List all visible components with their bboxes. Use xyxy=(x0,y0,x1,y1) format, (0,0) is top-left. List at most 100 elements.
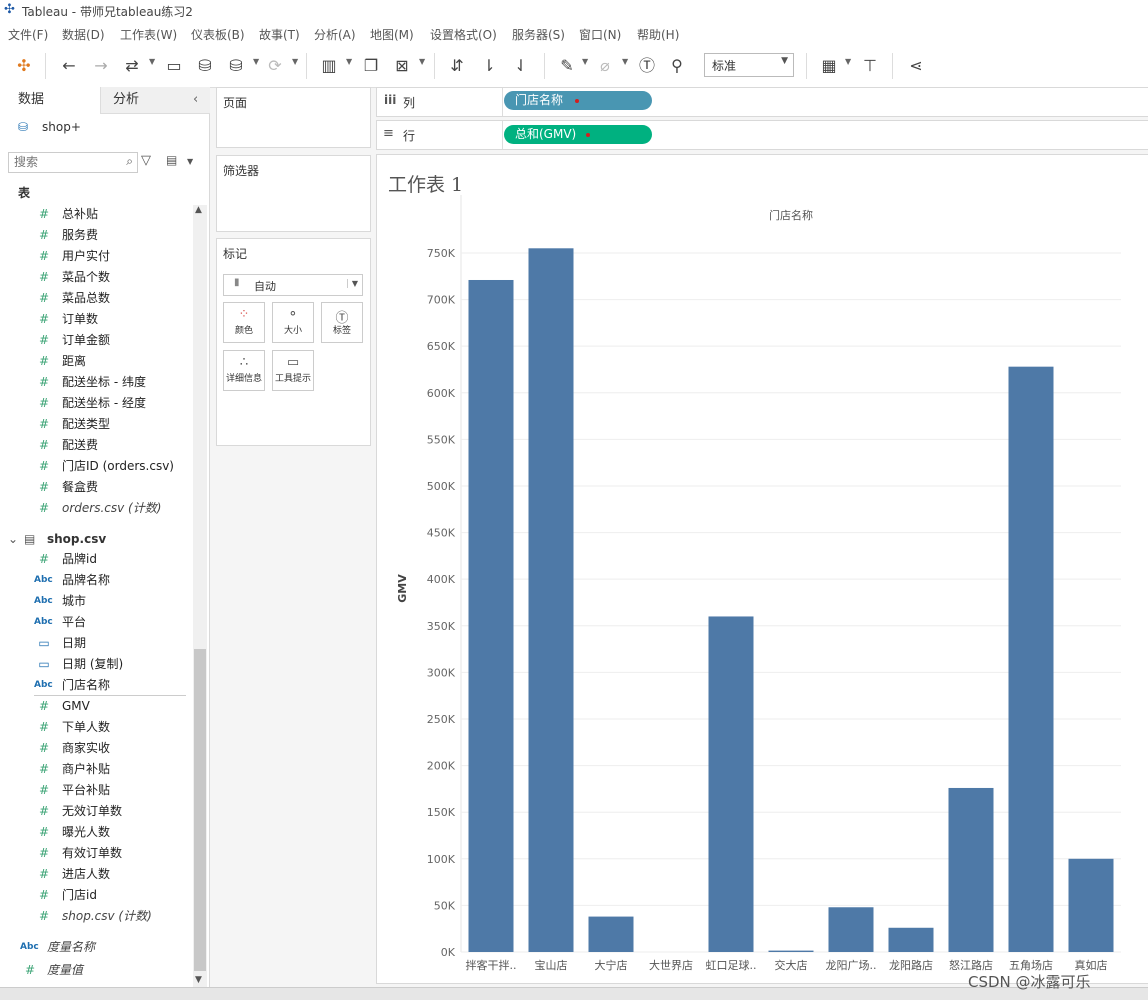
field-item[interactable]: # 度量值 xyxy=(0,960,192,981)
menu-format[interactable]: 设置格式(O) xyxy=(430,26,497,43)
columns-shelf[interactable]: iii 列 门店名称 xyxy=(376,87,1148,117)
menu-file[interactable]: 文件(F) xyxy=(8,26,48,43)
save-icon[interactable]: ▭ xyxy=(163,55,185,77)
field-item[interactable]: # 门店id xyxy=(0,885,192,906)
field-item[interactable]: ▭ 日期 xyxy=(0,633,192,654)
view-list-icon[interactable]: ▤ xyxy=(166,153,177,167)
field-item[interactable]: Abc 门店名称 xyxy=(0,675,192,696)
field-item[interactable]: # 菜品总数 xyxy=(0,288,192,309)
chevron-down-icon[interactable]: ▼ xyxy=(253,57,259,66)
chevron-down-icon[interactable]: ▼ xyxy=(346,57,352,66)
field-item[interactable]: # 有效订单数 xyxy=(0,843,192,864)
collapse-chevron-icon[interactable]: ‹ xyxy=(193,87,198,113)
sort-descending-icon[interactable]: ⇃ xyxy=(510,55,532,77)
field-item[interactable]: # 品牌id xyxy=(0,549,192,570)
sort-ascending-icon[interactable]: ⇂ xyxy=(478,55,500,77)
refresh-icon[interactable]: ⟳ xyxy=(264,55,286,77)
detail-button[interactable]: ∴ 详细信息 xyxy=(223,350,265,391)
field-item[interactable]: # 曝光人数 xyxy=(0,822,192,843)
color-button[interactable]: ⁘ 颜色 xyxy=(223,302,265,343)
menu-help[interactable]: 帮助(H) xyxy=(637,26,679,43)
label-button[interactable]: Ⓣ 标签 xyxy=(321,302,363,343)
clear-sheet-icon[interactable]: ⊠ xyxy=(391,55,413,77)
field-item[interactable]: Abc 品牌名称 xyxy=(0,570,192,591)
duplicate-icon[interactable]: ❐ xyxy=(360,55,382,77)
menu-analysis[interactable]: 分析(A) xyxy=(314,26,356,43)
tooltip-button[interactable]: ▭ 工具提示 xyxy=(272,350,314,391)
share-icon[interactable]: ⋖ xyxy=(905,55,927,77)
tab-data[interactable]: 数据 xyxy=(0,87,100,115)
field-item[interactable]: ▭ 日期 (复制) xyxy=(0,654,192,675)
tableau-start-icon[interactable]: ✣ xyxy=(13,55,35,77)
shop-table-header[interactable]: ⌄ ▤ shop.csv xyxy=(0,529,192,549)
scroll-up-icon[interactable]: ▲ xyxy=(195,205,202,215)
field-item[interactable]: # 服务费 xyxy=(0,225,192,246)
filter-icon[interactable]: ▽ xyxy=(141,153,151,168)
field-item[interactable]: # 下单人数 xyxy=(0,717,192,738)
scroll-down-icon[interactable]: ▼ xyxy=(195,975,202,985)
menu-dashboard[interactable]: 仪表板(B) xyxy=(191,26,245,43)
pause-updates-icon[interactable]: ⛁ xyxy=(225,55,247,77)
field-item[interactable]: # 餐盒费 xyxy=(0,477,192,498)
new-worksheet-icon[interactable]: ▥ xyxy=(318,55,340,77)
field-item[interactable]: Abc 度量名称 xyxy=(0,937,192,958)
filters-card[interactable]: 筛选器 xyxy=(216,155,371,232)
show-labels-icon[interactable]: Ⓣ xyxy=(636,55,658,77)
field-item[interactable]: # 平台补贴 xyxy=(0,780,192,801)
presentation-icon[interactable]: ⊤ xyxy=(859,55,881,77)
chevron-down-icon[interactable]: ▼ xyxy=(419,57,425,66)
pin-icon[interactable]: ⚲ xyxy=(666,55,688,77)
field-item[interactable]: # 订单数 xyxy=(0,309,192,330)
field-item[interactable]: # 进店人数 xyxy=(0,864,192,885)
chevron-down-icon[interactable]: ▼ xyxy=(622,57,628,66)
columns-pill-store-name[interactable]: 门店名称 xyxy=(504,91,652,110)
fit-dropdown[interactable]: 标准 ▼ xyxy=(704,53,794,77)
field-item[interactable]: # 距离 xyxy=(0,351,192,372)
highlight-icon[interactable]: ✎ xyxy=(556,55,578,77)
chevron-down-icon[interactable]: ▼ xyxy=(149,57,155,66)
menu-window[interactable]: 窗口(N) xyxy=(579,26,621,43)
size-button[interactable]: ⚬ 大小 xyxy=(272,302,314,343)
field-item[interactable]: # 用户实付 xyxy=(0,246,192,267)
field-item[interactable]: # 配送坐标 - 纬度 xyxy=(0,372,192,393)
field-item[interactable]: Abc 平台 xyxy=(0,612,192,633)
rows-pill-sum-gmv[interactable]: 总和(GMV) xyxy=(504,125,652,144)
field-item[interactable]: # 商户补贴 xyxy=(0,759,192,780)
datasource-item[interactable]: ⛁ shop+ xyxy=(18,120,198,138)
field-item[interactable]: # 菜品个数 xyxy=(0,267,192,288)
field-item[interactable]: # 配送类型 xyxy=(0,414,192,435)
swap-icon[interactable]: ⇵ xyxy=(446,55,468,77)
field-item[interactable]: # 总补贴 xyxy=(0,204,192,225)
field-item[interactable]: # 配送坐标 - 经度 xyxy=(0,393,192,414)
field-item[interactable]: # 配送费 xyxy=(0,435,192,456)
undo-icon[interactable]: ← xyxy=(58,55,80,77)
pages-card[interactable]: 页面 xyxy=(216,87,371,148)
field-item[interactable]: # 订单金额 xyxy=(0,330,192,351)
redo-icon[interactable]: → xyxy=(90,55,112,77)
field-item[interactable]: # 无效订单数 xyxy=(0,801,192,822)
field-item[interactable]: # orders.csv (计数) xyxy=(0,498,192,519)
chevron-down-icon[interactable]: ▼ xyxy=(582,57,588,66)
menu-story[interactable]: 故事(T) xyxy=(259,26,300,43)
menu-data[interactable]: 数据(D) xyxy=(62,26,105,43)
group-icon[interactable]: ⌀ xyxy=(594,55,616,77)
chevron-down-icon[interactable]: ▼ xyxy=(187,157,193,166)
chevron-down-icon[interactable]: ▼ xyxy=(845,57,851,66)
replay-icon[interactable]: ⇄ xyxy=(121,55,143,77)
field-item[interactable]: # GMV xyxy=(0,696,192,717)
search-input[interactable] xyxy=(9,153,118,170)
chevron-down-icon[interactable]: ▼ xyxy=(292,57,298,66)
field-item[interactable]: Abc 城市 xyxy=(0,591,192,612)
menu-server[interactable]: 服务器(S) xyxy=(512,26,565,43)
new-datasource-icon[interactable]: ⛁ xyxy=(194,55,216,77)
field-item[interactable]: # 商家实收 xyxy=(0,738,192,759)
tab-analysis[interactable]: 分析 ‹ xyxy=(100,87,210,114)
menu-worksheet[interactable]: 工作表(W) xyxy=(120,26,177,43)
field-item[interactable]: # 门店ID (orders.csv) xyxy=(0,456,192,477)
menu-map[interactable]: 地图(M) xyxy=(370,26,414,43)
mark-type-dropdown[interactable]: ▮ 自动 ▼ xyxy=(223,274,363,296)
search-icon[interactable]: ⌕ xyxy=(126,154,133,169)
show-me-icon[interactable]: ▦ xyxy=(818,55,840,77)
field-item[interactable]: # shop.csv (计数) xyxy=(0,906,192,927)
rows-shelf[interactable]: ≡ 行 总和(GMV) xyxy=(376,120,1148,150)
